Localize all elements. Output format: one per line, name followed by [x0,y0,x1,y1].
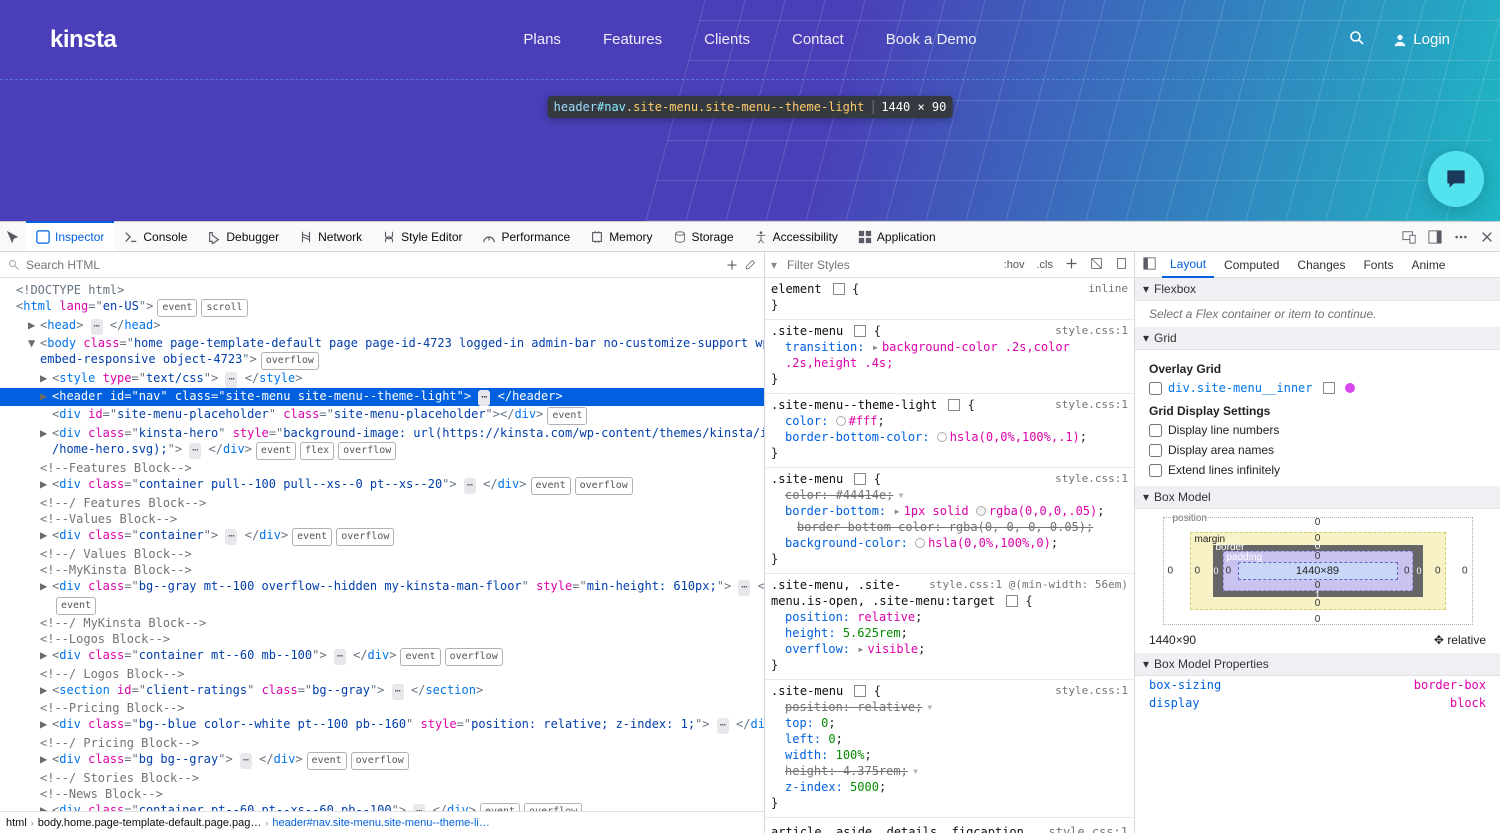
opt-extend-lines[interactable] [1149,464,1162,477]
styles-pane: ▾ :hov .cls inline element {} style.css:… [765,252,1135,833]
tab-performance[interactable]: Performance [472,222,580,252]
search-icon[interactable] [1349,30,1365,50]
site-header: kinsta Plans Features Clients Contact Bo… [0,0,1500,80]
boxmodel-props-section[interactable]: ▾Box Model Properties [1135,653,1500,676]
nav-contact[interactable]: Contact [792,31,844,48]
nav-demo[interactable]: Book a Demo [886,31,977,48]
tab-network[interactable]: Network [289,222,372,252]
rules-list[interactable]: inline element {} style.css:1 .site-menu… [765,278,1134,833]
boxmodel-section[interactable]: ▾Box Model [1135,486,1500,509]
devtools-toolbar: Inspector Console Debugger Network Style… [0,222,1500,252]
html-pane: <!DOCTYPE html> <html lang="en-US">event… [0,252,765,833]
tab-inspector[interactable]: Inspector [26,221,114,251]
subtab-computed[interactable]: Computed [1216,252,1287,278]
responsive-mode-icon[interactable] [1396,222,1422,252]
grid-section[interactable]: ▾Grid [1135,327,1500,350]
subtab-layout[interactable]: Layout [1162,252,1214,278]
chat-icon [1443,166,1469,192]
grid-overlay-checkbox[interactable] [1149,382,1162,395]
subtab-fonts[interactable]: Fonts [1355,252,1401,278]
page-viewport: kinsta Plans Features Clients Contact Bo… [0,0,1500,221]
subtab-animations[interactable]: Anime [1403,252,1453,278]
grid-badge-icon[interactable] [1323,382,1335,394]
position-value: ✥ relative [1434,633,1486,647]
flex-badge-icon[interactable] [854,325,866,337]
layout-pane: Layout Computed Changes Fonts Anime ▾Fle… [1135,252,1500,833]
light-dark-icon[interactable] [1084,257,1109,273]
html-tree[interactable]: <!DOCTYPE html> <html lang="en-US">event… [0,278,764,811]
nav-clients[interactable]: Clients [704,31,750,48]
search-icon [8,259,20,271]
html-search-input[interactable] [26,258,720,272]
primary-nav: Plans Features Clients Contact Book a De… [523,31,976,48]
cls-toggle[interactable]: .cls [1031,259,1060,271]
filter-styles-input[interactable] [783,258,998,272]
tab-memory[interactable]: Memory [580,222,662,252]
print-media-icon[interactable] [1109,257,1134,273]
crumb-body[interactable]: body.home.page-template-default.page.pag… [38,817,262,829]
pick-element-icon[interactable] [0,222,26,252]
opt-area-names[interactable] [1149,444,1162,457]
nav-features[interactable]: Features [603,31,662,48]
tab-application[interactable]: Application [848,222,946,252]
tab-accessibility[interactable]: Accessibility [744,222,848,252]
breadcrumb[interactable]: html › body.home.page-template-default.p… [0,811,764,833]
login-link[interactable]: Login [1393,31,1450,48]
tab-storage[interactable]: Storage [663,222,744,252]
crumb-header[interactable]: header#nav.site-menu.site-menu--theme-li… [272,817,489,829]
html-search [0,252,764,278]
inline-badge [833,283,845,295]
element-highlight-tooltip: header#nav.site-menu.site-menu--theme-li… [548,96,953,118]
crumb-html[interactable]: html [6,817,27,829]
hov-toggle[interactable]: :hov [998,259,1031,271]
flexbox-section[interactable]: ▾Flexbox [1135,278,1500,301]
logo: kinsta [50,26,116,54]
box-model-diagram[interactable]: position 0 0 0 0 margin 0 0 0 0 [1163,513,1473,625]
selected-node: ▶<header id="nav" class="site-menu site-… [0,388,764,406]
add-node-icon[interactable] [726,259,738,271]
grid-color-swatch[interactable] [1345,383,1355,393]
tab-debugger[interactable]: Debugger [197,222,289,252]
dock-icon[interactable] [1422,222,1448,252]
chat-widget[interactable] [1428,151,1484,207]
sidebar-toggle-icon[interactable] [1139,257,1160,273]
eyedropper-icon[interactable] [744,259,756,271]
nav-plans[interactable]: Plans [523,31,561,48]
funnel-icon: ▾ [765,258,783,272]
add-rule-icon[interactable] [1059,257,1084,273]
user-icon [1393,33,1407,47]
kebab-icon[interactable] [1448,222,1474,252]
tab-console[interactable]: Console [114,222,197,252]
opt-line-numbers[interactable] [1149,424,1162,437]
close-icon[interactable] [1474,222,1500,252]
nav-right: Login [1349,30,1450,50]
tab-style-editor[interactable]: Style Editor [372,222,472,252]
subtab-changes[interactable]: Changes [1289,252,1353,278]
devtools: Inspector Console Debugger Network Style… [0,221,1500,833]
